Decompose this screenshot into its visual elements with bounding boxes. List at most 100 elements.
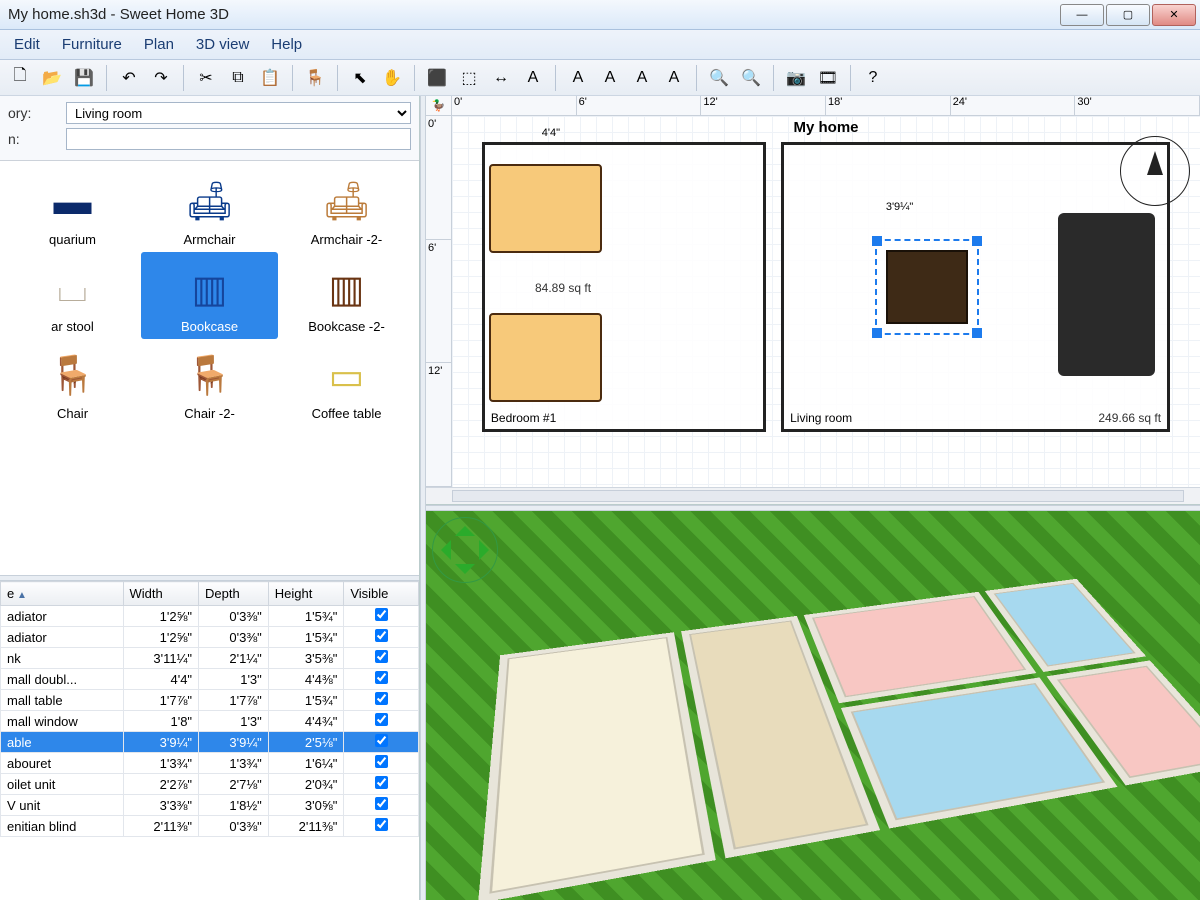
catalog-item[interactable]: ▬quarium: [4, 165, 141, 252]
table-cell: 3'9¼": [199, 732, 269, 753]
furniture-list[interactable]: eWidthDepthHeightVisible adiator1'2⅝"0'3…: [0, 581, 419, 900]
search-input[interactable]: [66, 128, 411, 150]
table-cell: [344, 711, 419, 732]
catalog-item[interactable]: ▥Bookcase -2-: [278, 252, 415, 339]
table-cell: 1'5¾": [268, 606, 344, 627]
table-cell: 1'5¾": [268, 627, 344, 648]
toolbar-separator: [337, 65, 338, 91]
redo-icon[interactable]: ↷: [147, 64, 175, 92]
pan-icon[interactable]: ✋: [378, 64, 406, 92]
visible-checkbox[interactable]: [375, 671, 388, 684]
nav-down-icon[interactable]: [455, 564, 475, 584]
cut-icon[interactable]: ✂: [192, 64, 220, 92]
visible-checkbox[interactable]: [375, 818, 388, 831]
view-3d[interactable]: [426, 511, 1200, 900]
visible-checkbox[interactable]: [375, 755, 388, 768]
window-title: My home.sh3d - Sweet Home 3D: [8, 6, 229, 23]
category-select[interactable]: Living room: [66, 102, 411, 124]
menu-edit[interactable]: Edit: [4, 33, 50, 56]
create-dimension-icon[interactable]: ↔: [487, 64, 515, 92]
compass-icon[interactable]: [1120, 136, 1190, 206]
column-header[interactable]: Width: [123, 582, 199, 606]
video-icon[interactable]: 🎞: [814, 64, 842, 92]
create-walls-icon[interactable]: ⬛: [423, 64, 451, 92]
catalog-item[interactable]: 🛋Armchair: [141, 165, 278, 252]
nav-up-icon[interactable]: [455, 516, 475, 536]
visible-checkbox[interactable]: [375, 608, 388, 621]
table-row[interactable]: V unit3'3⅜"1'8½"3'0⅝": [1, 795, 419, 816]
menu-furniture[interactable]: Furniture: [52, 33, 132, 56]
plan-dimension: 4'4": [542, 127, 560, 139]
plan-view[interactable]: 🦆 0'6'12'18'24'30' 0'6'12' My home Bedro…: [426, 96, 1200, 505]
create-room-icon[interactable]: ⬚: [455, 64, 483, 92]
help-icon[interactable]: ?: [859, 64, 887, 92]
column-header[interactable]: Visible: [344, 582, 419, 606]
toolbar-separator: [183, 65, 184, 91]
plan-bed[interactable]: [489, 164, 601, 253]
table-cell: 4'4": [123, 669, 199, 690]
blueprint-a-icon[interactable]: A: [564, 64, 592, 92]
visible-checkbox[interactable]: [375, 776, 388, 789]
nav-orbit-control[interactable]: [432, 517, 498, 583]
add-furniture-icon[interactable]: 🪑: [301, 64, 329, 92]
visible-checkbox[interactable]: [375, 797, 388, 810]
undo-icon[interactable]: ↶: [115, 64, 143, 92]
visible-checkbox[interactable]: [375, 650, 388, 663]
plan-sofa[interactable]: [1058, 213, 1155, 376]
plan-selection[interactable]: [875, 239, 980, 336]
blueprint-c-icon[interactable]: A: [628, 64, 656, 92]
table-row[interactable]: enitian blind2'11⅜"0'3⅜"2'11⅜": [1, 816, 419, 837]
table-row[interactable]: mall window1'8"1'3"4'4¾": [1, 711, 419, 732]
open-icon[interactable]: 📂: [38, 64, 66, 92]
table-row[interactable]: adiator1'2⅝"0'3⅜"1'5¾": [1, 606, 419, 627]
new-icon[interactable]: 🗋: [6, 64, 34, 92]
photo-icon[interactable]: 📷: [782, 64, 810, 92]
paste-icon[interactable]: 📋: [256, 64, 284, 92]
catalog-item[interactable]: 🛋Armchair -2-: [278, 165, 415, 252]
create-text-icon[interactable]: A: [519, 64, 547, 92]
nav-right-icon[interactable]: [479, 540, 499, 560]
catalog-item[interactable]: 🪑Chair: [4, 339, 141, 426]
ruler-horizontal: 0'6'12'18'24'30': [452, 96, 1200, 116]
zoom-in-icon[interactable]: 🔍: [705, 64, 733, 92]
table-cell: [344, 753, 419, 774]
menu-help[interactable]: Help: [261, 33, 312, 56]
toolbar: 🗋📂💾↶↷✂⧉📋🪑⬉✋⬛⬚↔AAAAA🔍🔍📷🎞?: [0, 60, 1200, 96]
column-header[interactable]: Depth: [199, 582, 269, 606]
furniture-catalog[interactable]: ▬quarium🛋Armchair🛋Armchair -2-⌴ar stool▥…: [0, 161, 419, 575]
copy-icon[interactable]: ⧉: [224, 64, 252, 92]
minimize-button[interactable]: —: [1060, 4, 1104, 26]
visible-checkbox[interactable]: [375, 692, 388, 705]
catalog-item[interactable]: ▥Bookcase: [141, 252, 278, 339]
plan-canvas[interactable]: My home Bedroom #184.89 sq ftLiving room…: [452, 116, 1200, 487]
table-row[interactable]: able3'9¼"3'9¼"2'5⅛": [1, 732, 419, 753]
blueprint-b-icon[interactable]: A: [596, 64, 624, 92]
catalog-item[interactable]: 🪑Chair -2-: [141, 339, 278, 426]
select-icon[interactable]: ⬉: [346, 64, 374, 92]
visible-checkbox[interactable]: [375, 629, 388, 642]
plan-scrollbar-horizontal[interactable]: [426, 487, 1200, 504]
ruler-tick: 0': [452, 96, 577, 115]
table-cell: 1'6¼": [268, 753, 344, 774]
visible-checkbox[interactable]: [375, 713, 388, 726]
close-button[interactable]: ✕: [1152, 4, 1196, 26]
table-row[interactable]: adiator1'2⅝"0'3⅜"1'5¾": [1, 627, 419, 648]
catalog-item[interactable]: ⌴ar stool: [4, 252, 141, 339]
table-row[interactable]: mall table1'7⅞"1'7⅞"1'5¾": [1, 690, 419, 711]
table-row[interactable]: oilet unit2'2⅞"2'7⅛"2'0¾": [1, 774, 419, 795]
table-row[interactable]: nk3'11¼"2'1¼"3'5⅜": [1, 648, 419, 669]
plan-bed[interactable]: [489, 313, 601, 402]
blueprint-d-icon[interactable]: A: [660, 64, 688, 92]
zoom-out-icon[interactable]: 🔍: [737, 64, 765, 92]
save-icon[interactable]: 💾: [70, 64, 98, 92]
table-row[interactable]: abouret1'3¾"1'3¾"1'6¼": [1, 753, 419, 774]
column-header[interactable]: Height: [268, 582, 344, 606]
visible-checkbox[interactable]: [375, 734, 388, 747]
menu-plan[interactable]: Plan: [134, 33, 184, 56]
table-row[interactable]: mall doubl...4'4"1'3"4'4⅜": [1, 669, 419, 690]
menu-3d-view[interactable]: 3D view: [186, 33, 259, 56]
nav-left-icon[interactable]: [431, 540, 451, 560]
catalog-item[interactable]: ▭Coffee table: [278, 339, 415, 426]
column-header[interactable]: e: [1, 582, 124, 606]
maximize-button[interactable]: ▢: [1106, 4, 1150, 26]
